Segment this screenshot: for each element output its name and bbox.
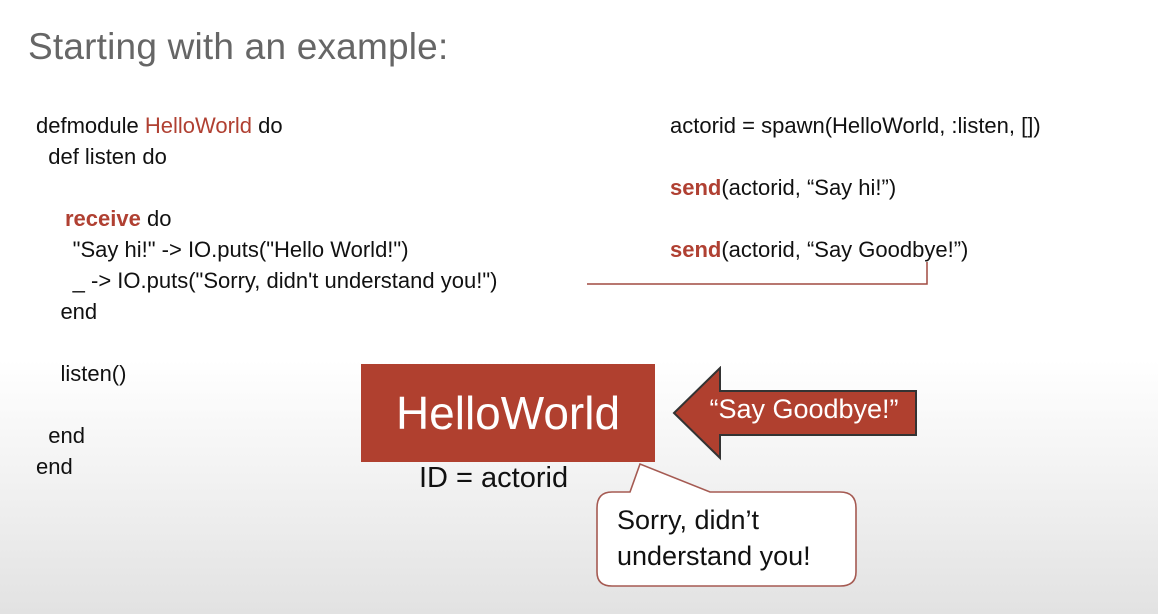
reply-line: understand you! (617, 541, 811, 571)
reply-line: Sorry, didn’t (617, 505, 760, 535)
actor-id-label: ID = actorid (419, 462, 569, 494)
actor-box: HelloWorld (361, 364, 655, 462)
reply-text: Sorry, didn’t understand you! (617, 502, 811, 574)
message-label: “Say Goodbye!” (709, 394, 899, 424)
connector-line (587, 262, 928, 285)
